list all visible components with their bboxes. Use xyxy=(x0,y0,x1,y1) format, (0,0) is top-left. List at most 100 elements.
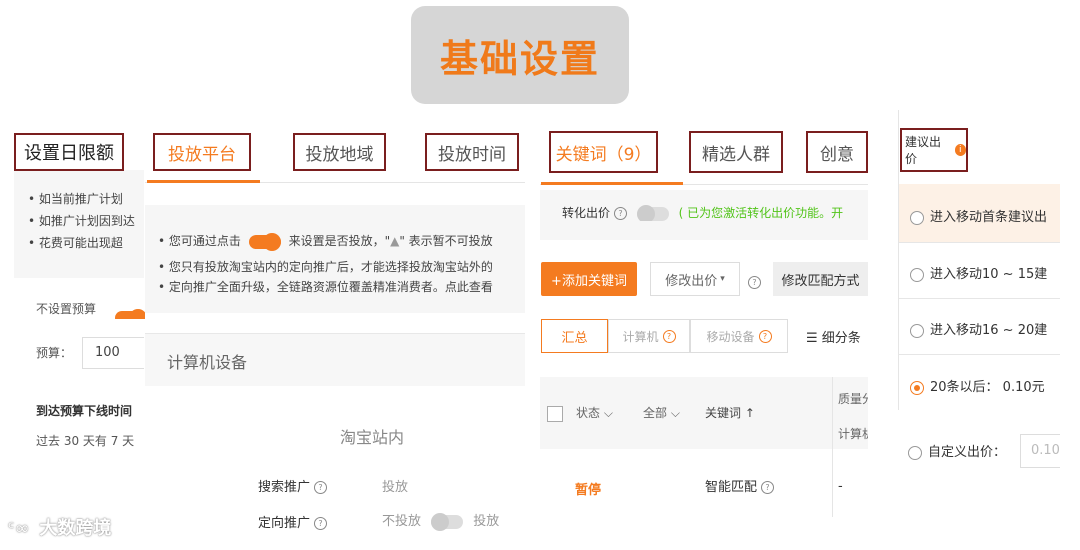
help-icon[interactable]: ? xyxy=(614,207,628,220)
watermark-text: 大数跨境 xyxy=(39,518,112,539)
tab-keywords[interactable]: 关键词（9） xyxy=(549,131,658,173)
tab-time-label: 投放时间 xyxy=(438,144,506,165)
row-match-type: 智能匹配? xyxy=(705,476,775,495)
bid-option-1[interactable]: 进入移动首条建议出 xyxy=(910,206,1060,225)
view-tab-summary[interactable]: 汇总 xyxy=(541,319,608,353)
tab-creative-label: 创意 xyxy=(820,144,854,165)
watermark-logo-icon: ᶜ∞ xyxy=(8,518,30,539)
col-all[interactable]: 全部 ⌵ xyxy=(643,404,680,421)
help-icon[interactable]: ? xyxy=(314,481,328,494)
chevron-down-icon: ⌵ xyxy=(603,406,613,420)
chevron-down-icon: ⌵ xyxy=(670,406,680,420)
info-icon[interactable]: i xyxy=(954,144,966,156)
targeted-promo-toggle[interactable] xyxy=(431,512,464,531)
conversion-label: 转化出价 xyxy=(562,206,611,220)
targeted-off-label: 不投放 xyxy=(382,514,422,529)
modify-match-label: 修改匹配方式 xyxy=(781,273,860,289)
modify-bid-label: 修改出价 xyxy=(665,273,718,289)
bid-divider xyxy=(899,298,1060,299)
tab-time[interactable]: 投放时间 xyxy=(425,133,519,171)
budget-bullet-2: • 如推广计划因到达 xyxy=(28,214,135,228)
no-budget-label: 不设置预算 xyxy=(36,302,97,316)
platform-info-2: • 您只有投放淘宝站内的定向推广后，才能选择投放淘宝站外的 xyxy=(158,260,493,274)
view-tab-mobile[interactable]: 移动设备? xyxy=(690,319,788,353)
tab-keywords-underline xyxy=(541,182,683,185)
col-status[interactable]: 状态 ⌵ xyxy=(576,404,613,421)
custom-bid-input[interactable]: 0.10 xyxy=(1020,434,1060,468)
view-tab-computer[interactable]: 计算机? xyxy=(608,319,690,353)
budget-bullet-3: • 花费可能出现超 xyxy=(28,236,123,250)
radio-icon xyxy=(910,210,924,225)
tab-keywords-label: 关键词（9） xyxy=(555,144,652,165)
search-promo-label: 搜索推广? xyxy=(258,476,328,495)
site-label: 淘宝站内 xyxy=(340,428,405,447)
tab-daily-limit[interactable]: 设置日限额 xyxy=(14,133,124,171)
help-icon[interactable]: ? xyxy=(761,481,775,494)
section-title-box: 基础设置 xyxy=(411,6,629,104)
tab-region-label: 投放地域 xyxy=(305,144,374,165)
select-all-checkbox[interactable] xyxy=(547,406,563,422)
budget-bullet-1: • 如当前推广计划 xyxy=(28,192,123,206)
tab-platform-underline xyxy=(147,180,260,183)
custom-bid-row: 自定义出价： xyxy=(908,441,1018,460)
col-quality: 质量分 xyxy=(838,392,868,406)
conversion-note: ( 已为您激活转化出价功能。开 xyxy=(678,206,844,220)
bid-option-4[interactable]: 20条以后： 0.10元 xyxy=(910,376,1060,395)
help-icon[interactable]: ? xyxy=(314,517,328,530)
radio-icon xyxy=(910,267,924,282)
help-icon: ? xyxy=(662,329,676,343)
help-icon: ? xyxy=(758,329,772,343)
conversion-row: 转化出价? ( 已为您激活转化出价功能。开 xyxy=(562,204,868,221)
tab-audience[interactable]: 精选人群 xyxy=(689,131,783,173)
bid-option-3[interactable]: 进入移动16 ~ 20建 xyxy=(910,319,1060,338)
tab-creative[interactable]: 创意 xyxy=(806,131,868,173)
view-tab-mobile-label: 移动设备 xyxy=(706,329,755,344)
device-header: 计算机设备 xyxy=(167,353,248,372)
bid-suggest-header: 建议出价 i xyxy=(900,128,968,172)
chevron-down-icon: ▾ xyxy=(720,274,725,284)
detail-segment[interactable]: ☰ 细分条 xyxy=(806,327,868,346)
list-icon: ☰ xyxy=(806,331,818,346)
tab-platform-label: 投放平台 xyxy=(168,144,236,165)
tab-platform[interactable]: 投放平台 xyxy=(153,133,251,171)
budget-input-value: 100 xyxy=(95,345,120,360)
bid-option-2[interactable]: 进入移动10 ~ 15建 xyxy=(910,263,1060,282)
bid-divider xyxy=(899,242,1060,243)
targeted-on-label: 投放 xyxy=(473,514,500,529)
radio-icon[interactable] xyxy=(908,445,922,460)
view-tab-summary-label: 汇总 xyxy=(561,330,588,346)
search-promo-value: 投放 xyxy=(382,480,409,495)
modify-bid-button[interactable]: 修改出价 ▾ xyxy=(650,262,740,296)
table-header-divider xyxy=(832,377,833,517)
history-text: 过去 30 天有 7 天 xyxy=(36,434,135,448)
budget-bullets: • 如当前推广计划 • 如推广计划因到达 • 花费可能出现超 xyxy=(28,188,144,254)
tab-region[interactable]: 投放地域 xyxy=(293,133,386,171)
warning-icon: ▲ xyxy=(390,234,400,248)
radio-icon xyxy=(910,323,924,338)
tab-audience-label: 精选人群 xyxy=(702,144,770,165)
tab-daily-limit-label: 设置日限额 xyxy=(24,143,114,164)
row-status[interactable]: 暂停 xyxy=(575,479,601,498)
custom-bid-placeholder: 0.10 xyxy=(1031,443,1060,458)
add-keyword-button[interactable]: +添加关键词 xyxy=(541,262,637,296)
offline-time-label: 到达预算下线时间 xyxy=(36,404,133,418)
targeted-promo-label: 定向推广? xyxy=(258,512,328,531)
radio-selected-icon xyxy=(910,380,924,395)
no-budget-toggle[interactable] xyxy=(115,307,145,319)
targeted-promo-toggle-row: 不投放 投放 xyxy=(382,510,500,531)
watermark: ᶜ∞ 大数跨境 xyxy=(8,514,111,540)
platform-toggle-demo xyxy=(248,232,281,251)
platform-info-1: • 您可通过点击 来设置是否投放，"▲" 表示暂不可投放 xyxy=(158,232,493,251)
detail-label: 细分条 xyxy=(821,331,861,346)
help-icon[interactable]: ? xyxy=(748,272,761,291)
bid-divider xyxy=(899,354,1060,355)
view-tab-computer-label: 计算机 xyxy=(622,329,659,344)
row-quality-dash: - xyxy=(838,479,843,494)
budget-label: 预算： xyxy=(36,346,73,360)
bid-suggest-label: 建议出价 xyxy=(905,135,942,166)
modify-match-button[interactable]: 修改匹配方式 xyxy=(773,262,868,296)
budget-input[interactable]: 100 xyxy=(82,337,144,369)
col-keyword[interactable]: 关键词 ↑ xyxy=(705,404,755,421)
section-title: 基础设置 xyxy=(439,35,600,81)
conversion-toggle[interactable] xyxy=(636,204,669,221)
